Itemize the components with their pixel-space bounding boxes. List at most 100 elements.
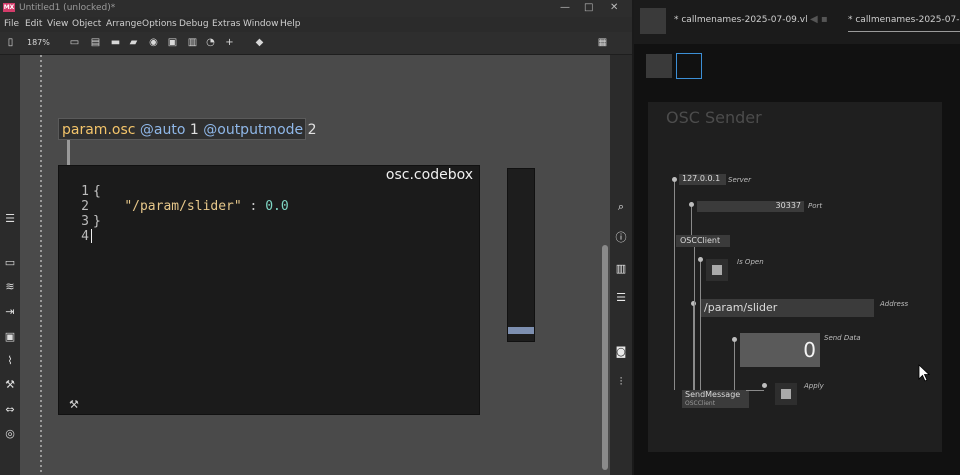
menu-help[interactable]: Help (280, 19, 301, 29)
send-message-name: SendMessage (685, 390, 741, 399)
title-bar: MX Untitled1 (unlocked)* — □ ✕ (0, 0, 632, 17)
menu-bar: File Edit View Object Arrange Options De… (0, 17, 632, 32)
wire-is-open (700, 262, 701, 390)
menu-options[interactable]: Options (142, 19, 177, 29)
apply-toggle[interactable] (775, 383, 797, 405)
vertical-scrollbar[interactable] (602, 245, 608, 470)
dial-icon[interactable]: ◔ (205, 37, 216, 48)
address-label: Address (880, 300, 909, 308)
menu-extras[interactable]: Extras (212, 19, 240, 29)
menu-window[interactable]: Window (243, 19, 279, 29)
comment-icon[interactable]: ▤ (90, 37, 101, 48)
fill-icon[interactable]: ◆ (254, 37, 265, 48)
list-icon[interactable]: ☰ (615, 292, 627, 304)
menu-debug[interactable]: Debug (179, 19, 209, 29)
speech-icon[interactable]: ▰ (128, 37, 139, 48)
tab-bar: * callmenames-2025-07-09.vl ◀ ▪ * callme… (634, 0, 960, 44)
address-iobox[interactable]: /param/slider (700, 299, 874, 317)
wire-address (693, 306, 694, 390)
mouse-cursor-icon (918, 364, 930, 382)
hammer-icon[interactable]: ⚒ (4, 379, 16, 391)
server-label: Server (728, 176, 751, 184)
step-icon[interactable]: ⇥ (4, 306, 16, 318)
apply-label: Apply (804, 382, 824, 390)
info-icon[interactable]: ⓘ (615, 232, 627, 244)
object-attr-auto: @auto (139, 122, 186, 138)
minimize-icon[interactable]: — (560, 2, 570, 13)
left-sidebar: ☰ ▭ ≋ ⇥ ▣ ⌇ ⚒ ⇔ ◎ (0, 55, 20, 475)
menu-file[interactable]: File (4, 19, 19, 29)
port-label: Port (808, 202, 823, 210)
object-name: param.osc (62, 122, 136, 138)
is-open-label: Is Open (737, 258, 764, 266)
osc-client-node[interactable]: OSCClient (676, 235, 730, 247)
camera-icon[interactable]: ◙ (615, 346, 627, 358)
wire-send-data (734, 342, 735, 390)
object-attr-auto-value: 1 (189, 122, 199, 138)
codebox-title: osc.codebox (385, 167, 473, 183)
send-data-label: Send Data (824, 334, 861, 342)
menu-arrange[interactable]: Arrange (106, 19, 142, 29)
tab-vl-document[interactable]: * callmenames-2025-07-09.vl (674, 15, 808, 25)
square-button[interactable] (646, 54, 672, 78)
param-osc-object[interactable]: param.osc @auto 1 @outputmode 2 (58, 118, 317, 140)
window-title: Untitled1 (unlocked)* (19, 3, 116, 13)
maximize-icon[interactable]: □ (584, 2, 593, 13)
list-icon[interactable]: ☰ (4, 213, 16, 225)
menu-view[interactable]: View (47, 19, 68, 29)
app-logo: MX (3, 3, 15, 12)
object-attr-outputmode: @outputmode (203, 122, 304, 138)
slider-h-icon[interactable]: ▭ (4, 257, 16, 269)
square-button-selected[interactable] (676, 53, 702, 79)
book-icon[interactable]: ▥ (615, 263, 627, 275)
slider-knob[interactable] (508, 327, 534, 334)
server-iobox[interactable]: 127.0.0.1 (679, 174, 726, 185)
port-iobox[interactable]: 30337 (697, 201, 804, 212)
codebox-object[interactable]: osc.codebox 1{ 2 "/param/slider" : 0.0 3… (58, 165, 480, 415)
send-data-iobox[interactable]: 0 (740, 333, 820, 367)
right-sidebar: ⌕ ⓘ ▥ ☰ ◙ ⫶ (610, 55, 632, 475)
menu-object[interactable]: Object (72, 19, 101, 29)
button-icon[interactable]: ◉ (148, 37, 159, 48)
message-icon[interactable]: ▬ (110, 37, 121, 48)
zoom-level[interactable]: 187% (27, 38, 50, 47)
code-line-2: 2 "/param/slider" : 0.0 (81, 199, 289, 214)
wire-server (674, 182, 675, 390)
code-line-1: 1{ (81, 184, 101, 199)
hammer-icon[interactable]: ⚒ (69, 398, 79, 411)
zoom-menu-icon[interactable]: ▭ (69, 37, 80, 48)
tab-patch[interactable]: * callmenames-2025-07-09 (848, 15, 960, 32)
vertical-slider[interactable] (507, 168, 535, 342)
mixer-icon[interactable]: ⫶ (615, 376, 627, 388)
wave-icon[interactable]: ≋ (4, 281, 16, 293)
close-icon[interactable]: ✕ (610, 2, 618, 13)
send-message-node[interactable]: SendMessage OSCClient (682, 390, 749, 408)
wire-apply (746, 390, 764, 391)
number-icon[interactable]: ▥ (187, 37, 198, 48)
wire-port (691, 207, 692, 235)
code-line-3: 3} (81, 214, 101, 229)
sidebar-toggle-icon[interactable]: ▯ (5, 37, 16, 48)
plus-icon[interactable]: + (224, 37, 235, 48)
max-window: MX Untitled1 (unlocked)* — □ ✕ File Edit… (0, 0, 632, 475)
patcher-edge (40, 55, 42, 475)
menu-edit[interactable]: Edit (25, 19, 42, 29)
tab-nav-icon[interactable]: ◀ ▪ (810, 14, 828, 25)
arrows-icon[interactable]: ⇔ (4, 404, 16, 416)
send-message-sub: OSCClient (685, 400, 716, 407)
text-caret (91, 229, 92, 243)
search-icon[interactable]: ⌕ (615, 201, 627, 213)
image-icon[interactable]: ▣ (4, 331, 16, 343)
pin-apply[interactable] (762, 383, 767, 388)
is-open-toggle[interactable] (706, 259, 728, 281)
wire-client (694, 247, 695, 390)
target-icon[interactable]: ◎ (4, 428, 16, 440)
toolbar: ▯ 187% ▭ ▤ ▬ ▰ ◉ ▣ ▥ ◔ + ◆ ▦ (0, 32, 632, 55)
toggle-icon[interactable]: ▣ (167, 37, 178, 48)
group-title: OSC Sender (666, 108, 762, 127)
app-thumbnail (640, 8, 666, 34)
paperclip-icon[interactable]: ⌇ (4, 355, 16, 367)
object-attr-outputmode-value: 2 (307, 122, 317, 138)
grid-icon[interactable]: ▦ (597, 37, 608, 48)
patch-cord[interactable] (67, 140, 70, 166)
